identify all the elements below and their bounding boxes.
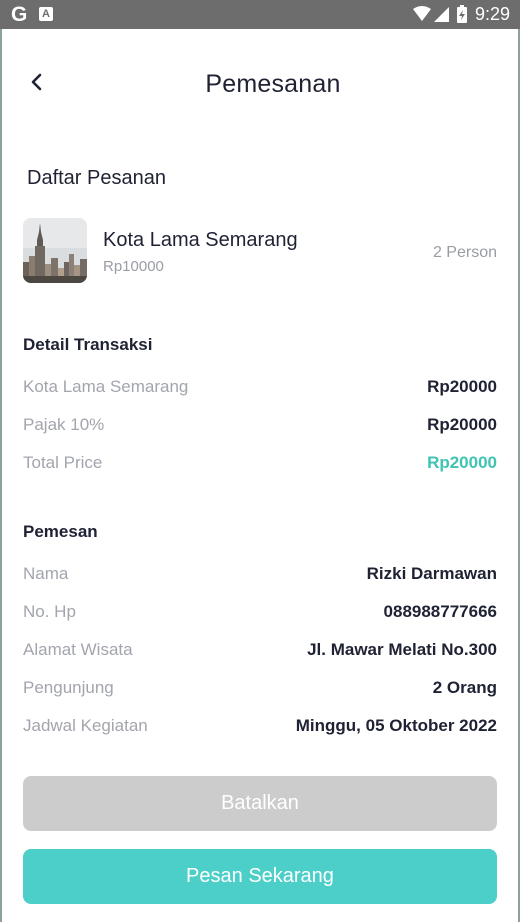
status-bar: G A 9:29 [0, 0, 520, 29]
order-now-button[interactable]: Pesan Sekarang [23, 849, 497, 904]
row-value: Rp20000 [427, 415, 497, 434]
row-value: Minggu, 05 Oktober 2022 [295, 716, 497, 735]
cancel-button[interactable]: Batalkan [23, 776, 497, 831]
customer-row: Alamat Wisata Jl. Mawar Melati No.300 [23, 640, 497, 666]
customer-row: Jadwal Kegiatan Minggu, 05 Oktober 2022 [23, 716, 497, 742]
row-value: Jl. Mawar Melati No.300 [307, 640, 497, 659]
row-value: Rizki Darmawan [366, 564, 497, 583]
item-price: Rp10000 [103, 258, 164, 275]
row-label: Alamat Wisata [23, 640, 133, 659]
window-edge-left [0, 29, 2, 922]
signal-icon [434, 7, 449, 22]
row-value: 2 Orang [432, 678, 497, 697]
battery-icon [457, 5, 467, 23]
wifi-icon [413, 6, 431, 21]
item-name: Kota Lama Semarang [103, 229, 298, 251]
transaction-row: Kota Lama Semarang Rp20000 [23, 377, 497, 403]
item-thumbnail [23, 218, 87, 283]
google-icon: G [11, 3, 28, 26]
row-value: Rp20000 [427, 377, 497, 396]
customer-row: Pengunjung 2 Orang [23, 678, 497, 704]
total-price-value: Rp20000 [427, 453, 497, 472]
system-status-icons [413, 5, 467, 23]
row-label: Nama [23, 564, 69, 583]
transaction-row: Pajak 10% Rp20000 [23, 415, 497, 441]
total-price-row: Total Price Rp20000 [23, 453, 497, 479]
customer-title: Pemesan [23, 522, 98, 541]
row-value: 088988777666 [383, 602, 497, 621]
row-label: No. Hp [23, 602, 76, 621]
page-title: Pemesanan [205, 70, 341, 98]
row-label: Pengunjung [23, 678, 114, 697]
customer-row: No. Hp 088988777666 [23, 602, 497, 628]
row-label: Pajak 10% [23, 415, 105, 434]
row-label: Kota Lama Semarang [23, 377, 189, 396]
transaction-detail-title: Detail Transaksi [23, 335, 153, 354]
row-label: Total Price [23, 453, 103, 472]
customer-row: Nama Rizki Darmawan [23, 564, 497, 590]
row-label: Jadwal Kegiatan [23, 716, 148, 735]
city-skyline-image [23, 218, 87, 283]
app-notification-icon: A [39, 7, 53, 21]
order-list-title: Daftar Pesanan [27, 167, 166, 189]
item-quantity: 2 Person [432, 244, 497, 261]
status-time: 9:29 [474, 4, 510, 24]
